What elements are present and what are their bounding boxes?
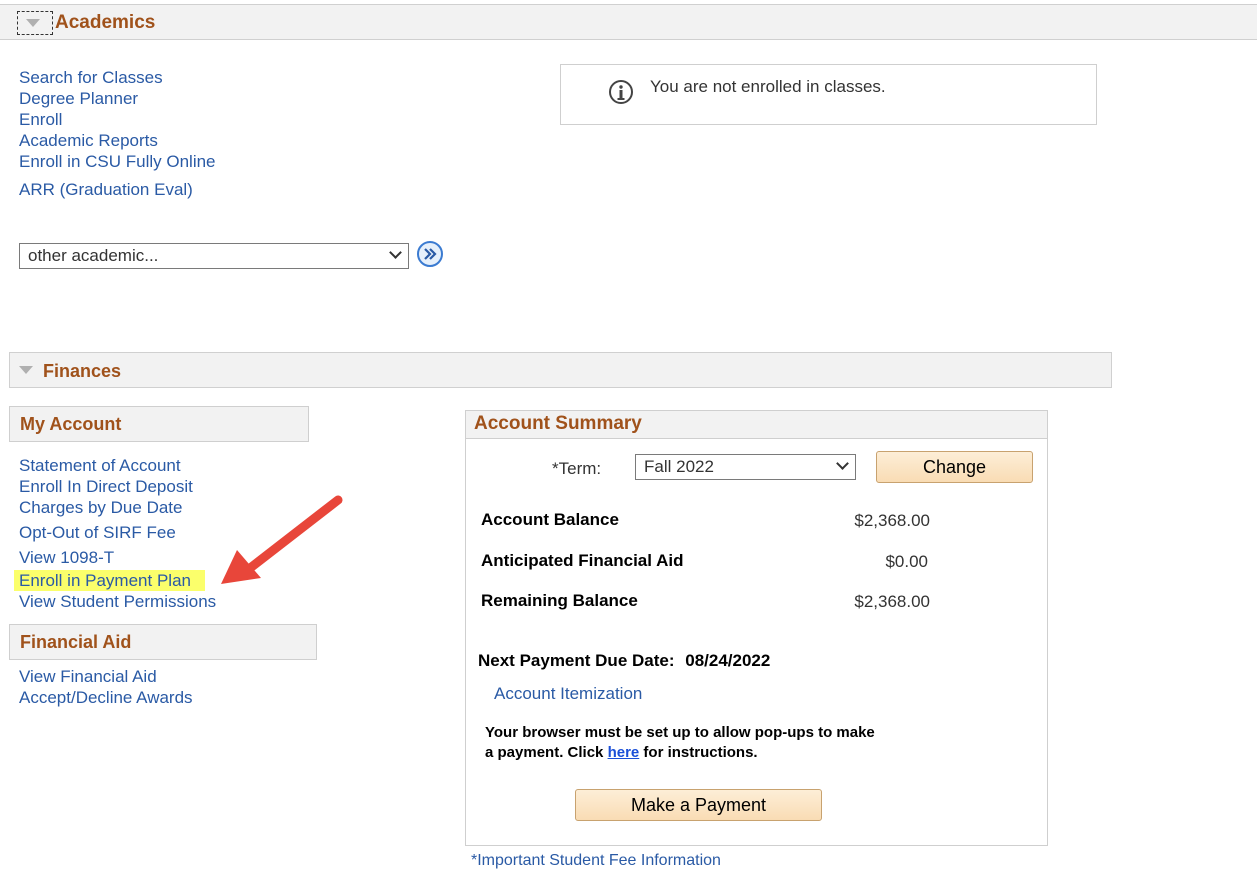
collapse-triangle-icon[interactable] (19, 366, 33, 374)
term-select-value: Fall 2022 (644, 457, 714, 476)
link-account-itemization[interactable]: Account Itemization (494, 683, 642, 705)
link-academic-reports[interactable]: Academic Reports (19, 130, 216, 151)
next-payment-due: Next Payment Due Date: 08/24/2022 (478, 651, 770, 671)
red-arrow-annotation (221, 495, 343, 584)
make-payment-button[interactable]: Make a Payment (575, 789, 822, 821)
academics-header: Academics (0, 4, 1257, 40)
account-balance-amount: $2,368.00 (854, 511, 930, 530)
next-due-date: 08/24/2022 (685, 651, 771, 670)
go-button[interactable] (417, 241, 443, 267)
double-chevron-right-icon (424, 248, 437, 260)
popup-notice: Your browser must be set up to allow pop… (485, 723, 875, 763)
link-arr-graduation-eval[interactable]: ARR (Graduation Eval) (19, 179, 216, 200)
link-opt-out-sirf[interactable]: Opt-Out of SIRF Fee (19, 522, 216, 543)
next-due-label: Next Payment Due Date: (478, 651, 675, 670)
link-view-1098t[interactable]: View 1098-T (19, 547, 216, 568)
anticipated-aid-amount: $0.00 (885, 552, 928, 571)
change-term-button[interactable]: Change (876, 451, 1033, 483)
account-balance-label: Account Balance (481, 510, 619, 529)
my-account-header: My Account (9, 406, 309, 442)
anticipated-aid-label: Anticipated Financial Aid (481, 551, 684, 570)
other-academic-select-value: other academic... (28, 246, 159, 265)
popup-notice-line2: a payment. Click here for instructions. (485, 744, 758, 761)
finances-header: Finances (9, 352, 1112, 388)
link-important-fee-info[interactable]: *Important Student Fee Information (471, 850, 721, 872)
academics-links: Search for Classes Degree Planner Enroll… (19, 67, 216, 200)
link-accept-decline-awards[interactable]: Accept/Decline Awards (19, 687, 193, 708)
chevron-down-icon (836, 457, 849, 470)
finances-title: Finances (43, 361, 122, 381)
term-label: *Term: (552, 459, 602, 478)
popup-notice-line1: Your browser must be set up to allow pop… (485, 724, 875, 741)
link-popup-here[interactable]: here (608, 744, 640, 761)
link-enroll[interactable]: Enroll (19, 109, 216, 130)
enrollment-info-box: You are not enrolled in classes. (560, 64, 1097, 125)
financial-aid-links: View Financial Aid Accept/Decline Awards (19, 666, 193, 708)
account-summary-header: Account Summary (466, 411, 1047, 439)
link-enroll-payment-plan[interactable]: Enroll in Payment Plan (14, 570, 205, 591)
remaining-balance-label: Remaining Balance (481, 591, 638, 610)
financial-aid-header: Financial Aid (9, 624, 317, 660)
account-summary-box: Account Summary *Term: Fall 2022 Change … (465, 410, 1048, 846)
info-message: You are not enrolled in classes. (650, 77, 886, 96)
academics-title: Academics (55, 12, 156, 33)
academics-collapse-toggle[interactable] (17, 11, 53, 35)
link-search-classes[interactable]: Search for Classes (19, 67, 216, 88)
chevron-down-icon (389, 246, 402, 259)
link-enroll-csu-online[interactable]: Enroll in CSU Fully Online (19, 151, 216, 172)
my-account-links: Statement of Account Enroll In Direct De… (14, 455, 216, 612)
term-select[interactable]: Fall 2022 (635, 454, 856, 480)
link-view-financial-aid[interactable]: View Financial Aid (19, 666, 193, 687)
collapse-triangle-icon (26, 19, 40, 27)
link-direct-deposit[interactable]: Enroll In Direct Deposit (19, 476, 216, 497)
account-summary-title: Account Summary (474, 413, 642, 434)
link-charges-by-due-date[interactable]: Charges by Due Date (19, 497, 216, 518)
link-view-student-permissions[interactable]: View Student Permissions (19, 591, 216, 612)
info-icon (609, 80, 633, 104)
remaining-balance-amount: $2,368.00 (854, 592, 930, 611)
link-degree-planner[interactable]: Degree Planner (19, 88, 216, 109)
other-academic-select[interactable]: other academic... (19, 243, 409, 269)
link-statement-of-account[interactable]: Statement of Account (19, 455, 216, 476)
